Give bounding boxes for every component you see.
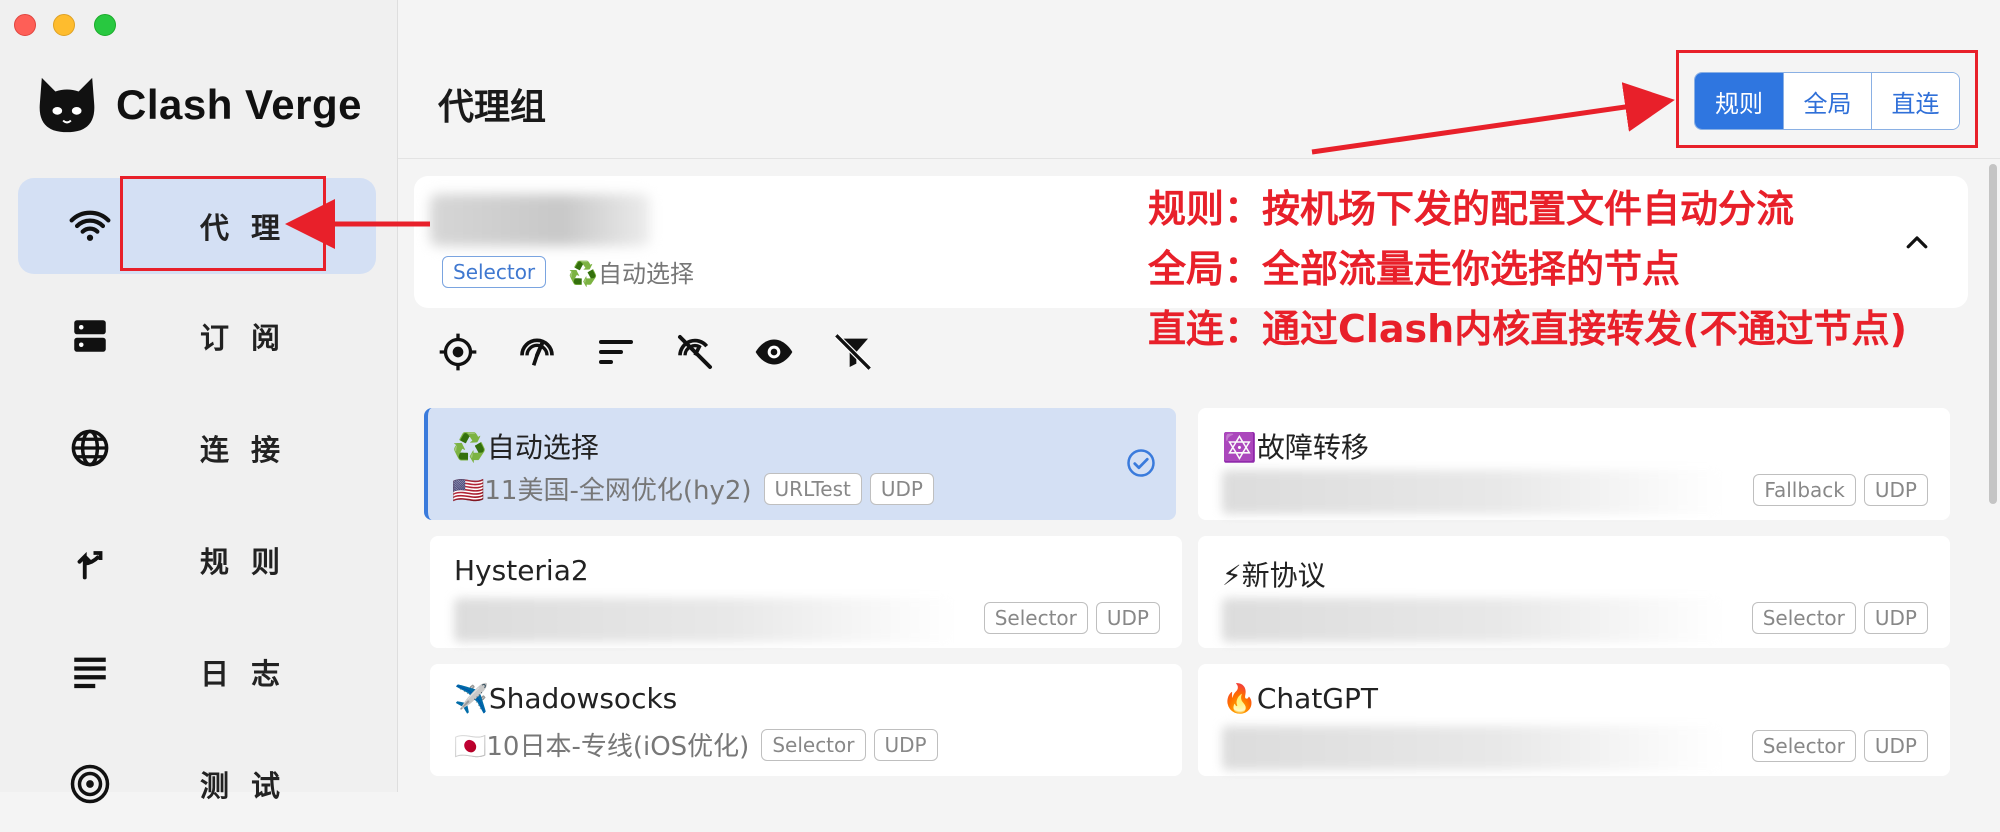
chevron-up-icon[interactable] [1902, 228, 1932, 258]
sidebar-item-connections[interactable]: 连 接 [18, 400, 376, 496]
check-circle-icon [1127, 449, 1155, 477]
sort-icon[interactable] [596, 332, 636, 372]
group-name-redacted [430, 194, 650, 246]
cat-logo-icon [39, 77, 95, 133]
udp-badge: UDP [873, 728, 938, 761]
close-window-button[interactable] [14, 14, 36, 36]
sidebar-item-logs[interactable]: 日 志 [18, 624, 376, 720]
fork-arrow-icon [50, 539, 130, 581]
proxy-type-badge: Selector [983, 602, 1088, 634]
proxy-current: 🇯🇵10日本-专线(iOS优化) Selector UDP [454, 726, 938, 763]
speed-test-icon[interactable] [517, 332, 557, 372]
proxy-badges: Selector UDP [1744, 602, 1928, 634]
wifi-icon [50, 205, 130, 247]
group-type-badge: Selector [442, 255, 547, 288]
minimize-window-button[interactable] [53, 14, 75, 36]
page-title: 代理组 [438, 87, 547, 128]
filter-off-icon[interactable] [833, 332, 873, 372]
hide-unavailable-icon[interactable] [675, 332, 715, 372]
sidebar-item-rules[interactable]: 规 则 [18, 512, 376, 608]
proxy-current-redacted [1222, 470, 1722, 514]
annotation-text-rule: 规则：按机场下发的配置文件自动分流 [1148, 187, 1795, 231]
proxy-current: 🇺🇸11美国-全网优化(hy2) URLTest UDP [452, 470, 934, 507]
globe-icon [50, 427, 130, 469]
annotation-text-direct: 直连：通过Clash内核直接转发(不通过节点) [1148, 307, 1907, 351]
sidebar-item-label: 日 志 [199, 657, 287, 691]
udp-badge: UDP [1863, 730, 1928, 762]
proxy-current-name: 🇯🇵10日本-专线(iOS优化) [454, 732, 750, 762]
app-logo: Clash Verge [36, 72, 362, 138]
proxy-current-redacted [1222, 598, 1722, 642]
proxy-type-badge: Selector [1751, 602, 1856, 634]
proxy-group-card[interactable]: ♻️自动选择 🇺🇸11美国-全网优化(hy2) URLTest UDP [424, 408, 1176, 520]
target-icon [50, 763, 130, 805]
server-icon [50, 315, 130, 357]
proxy-badges: Fallback UDP [1745, 474, 1928, 506]
proxy-current-name: 🇺🇸11美国-全网优化(hy2) [452, 476, 752, 506]
maximize-window-button[interactable] [94, 14, 116, 36]
proxy-badges: Selector UDP [976, 602, 1160, 634]
sidebar-item-label: 订 阅 [199, 321, 287, 355]
proxy-group-card[interactable]: ⚡新协议 Selector UDP [1198, 536, 1950, 648]
proxy-type-badge: Selector [1751, 730, 1856, 762]
proxy-group-name: Hysteria2 [454, 554, 589, 587]
proxy-type-badge: Selector [761, 728, 866, 761]
proxy-badges: Selector UDP [1744, 730, 1928, 762]
udp-badge: UDP [869, 472, 934, 505]
udp-badge: UDP [1863, 474, 1928, 506]
proxy-current-redacted [454, 598, 954, 642]
scroll-thumb[interactable] [1989, 164, 1997, 504]
app-window: Clash Verge 代 理 订 阅 连 接 规 则 日 志 测 试 代理组 … [0, 0, 2000, 804]
proxy-current-redacted [1222, 726, 1722, 770]
sidebar-item-label: 连 接 [199, 433, 287, 467]
proxy-group-card[interactable]: ✈️Shadowsocks 🇯🇵10日本-专线(iOS优化) Selector … [430, 664, 1182, 776]
annotation-text-global: 全局：全部流量走你选择的节点 [1148, 247, 1681, 291]
proxy-group-card[interactable]: 🔯故障转移 Fallback UDP [1198, 408, 1950, 520]
locate-icon[interactable] [438, 332, 478, 372]
sidebar-item-label: 测 试 [199, 769, 287, 803]
proxy-group-name: ♻️自动选择 [452, 431, 599, 464]
eye-icon[interactable] [754, 332, 794, 372]
proxy-group-name: 🔯故障转移 [1222, 431, 1369, 464]
group-current-proxy: ♻️自动选择 [568, 260, 695, 288]
proxy-toolbar [438, 332, 912, 372]
header-divider [398, 158, 2000, 159]
annotation-box-proxy-nav [120, 176, 326, 271]
proxy-type-badge: Fallback [1753, 474, 1856, 506]
proxy-group-card[interactable]: Hysteria2 Selector UDP [430, 536, 1182, 648]
scrollbar[interactable] [1986, 158, 2000, 792]
annotation-box-mode-switch [1676, 50, 1978, 148]
proxy-type-badge: URLTest [763, 472, 862, 505]
sidebar-item-profiles[interactable]: 订 阅 [18, 288, 376, 384]
proxy-group-card[interactable]: 🔥ChatGPT Selector UDP [1198, 664, 1950, 776]
sidebar: Clash Verge 代 理 订 阅 连 接 规 则 日 志 测 试 [0, 0, 398, 804]
group-meta: Selector ♻️自动选择 [442, 254, 694, 289]
lines-icon [50, 651, 130, 693]
sidebar-item-test[interactable]: 测 试 [18, 736, 376, 832]
udp-badge: UDP [1095, 602, 1160, 634]
proxy-group-name: ⚡新协议 [1222, 559, 1326, 592]
app-name: Clash Verge [116, 81, 362, 128]
sidebar-item-label: 规 则 [199, 545, 287, 579]
proxy-group-name: ✈️Shadowsocks [454, 682, 678, 715]
proxy-group-name: 🔥ChatGPT [1222, 682, 1378, 715]
udp-badge: UDP [1863, 602, 1928, 634]
